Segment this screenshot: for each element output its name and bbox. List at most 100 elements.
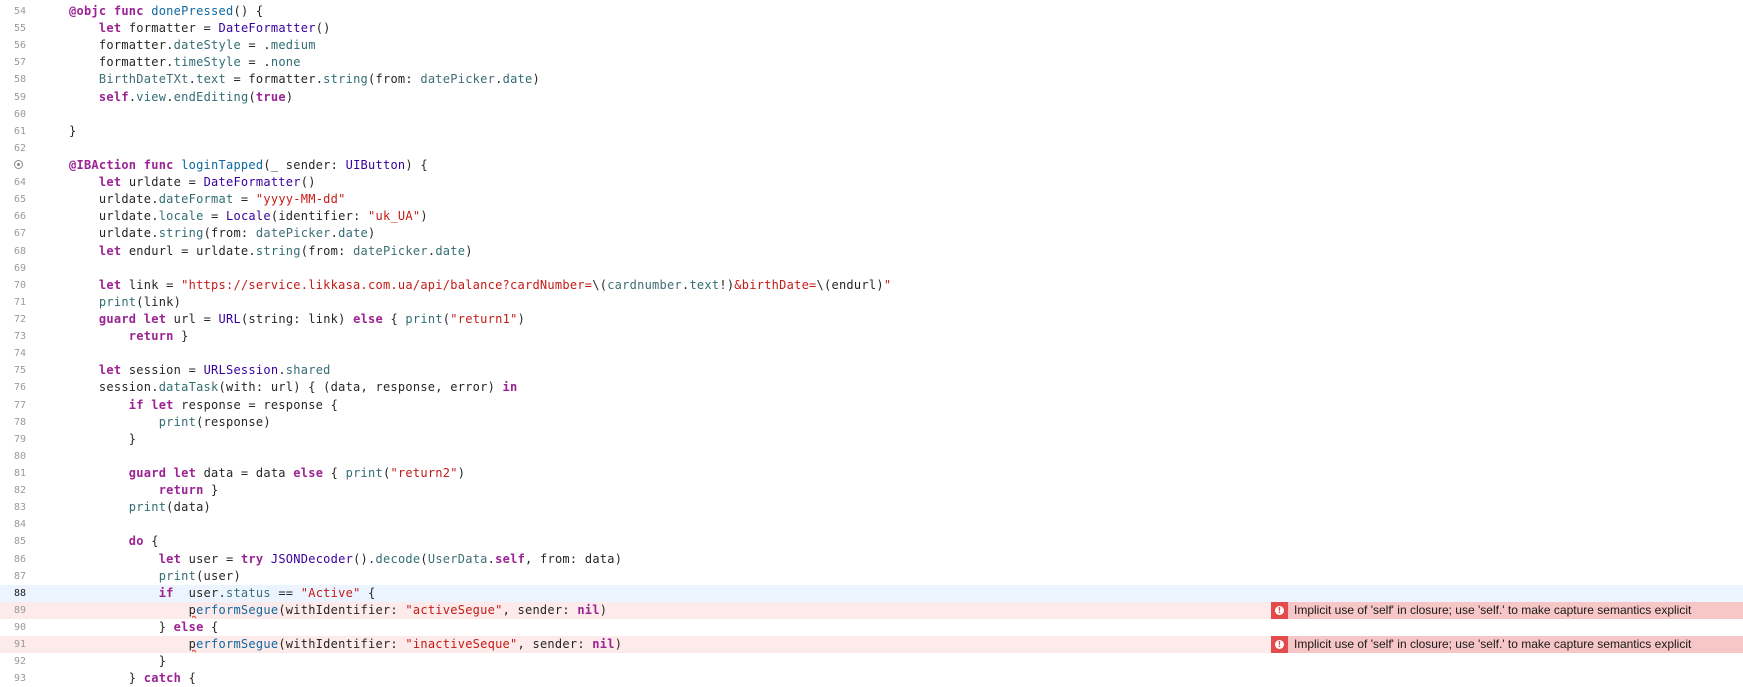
code-text[interactable]: guard let data = data else { print("retu…	[69, 465, 465, 482]
code-token: = formatter.	[226, 72, 324, 87]
code-line[interactable]: 77 if let response = response {	[0, 397, 1743, 414]
code-line[interactable]: 67 urldate.string(from: datePicker.date)	[0, 225, 1743, 242]
code-token: if	[158, 585, 189, 600]
code-editor[interactable]: 54 @objc func donePressed() {55 let forma…	[0, 3, 1743, 687]
code-line[interactable]: 86 let user = try JSONDecoder().decode(U…	[0, 551, 1743, 568]
code-line[interactable]: 78 print(response)	[0, 414, 1743, 431]
code-text[interactable]: @IBAction func loginTapped(_ sender: UIB…	[69, 157, 428, 174]
error-annotation[interactable]: ! Implicit use of 'self' in closure; use …	[1271, 636, 1743, 654]
code-text[interactable]: let endurl = urldate.string(from: datePi…	[69, 243, 473, 260]
code-line[interactable]: 87 print(user)	[0, 568, 1743, 585]
code-line[interactable]: 68 let endurl = urldate.string(from: dat…	[0, 243, 1743, 260]
code-token: {	[151, 534, 159, 549]
code-token: .	[278, 363, 286, 378]
code-text[interactable]: return }	[69, 328, 189, 345]
code-text[interactable]: session.dataTask(with: url) { (data, res…	[69, 379, 518, 396]
code-line[interactable]: 72 guard let url = URL(string: link) els…	[0, 311, 1743, 328]
code-text[interactable]: let urldate = DateFormatter()	[69, 174, 316, 191]
code-token: catch	[143, 671, 189, 686]
code-text[interactable]: performSegue(withIdentifier: "inactiveSe…	[69, 636, 622, 653]
code-text[interactable]: guard let url = URL(string: link) else {…	[69, 311, 525, 328]
code-text[interactable]: let formatter = DateFormatter()	[69, 20, 331, 37]
code-text[interactable]: do {	[69, 533, 159, 550]
code-text[interactable]: print(user)	[69, 568, 241, 585]
code-token: .	[166, 89, 174, 104]
code-line[interactable]: 59 self.view.endEditing(true)	[0, 89, 1743, 106]
code-line[interactable]: 71 print(link)	[0, 294, 1743, 311]
code-line[interactable]: 70 let link = "https://service.likkasa.c…	[0, 277, 1743, 294]
code-line[interactable]: 88 if user.status == "Active" {	[0, 584, 1743, 602]
code-text[interactable]: if user.status == "Active" {	[69, 585, 376, 602]
code-text[interactable]: }	[69, 123, 76, 140]
breakpoint-marker-icon[interactable]	[14, 159, 23, 169]
code-line[interactable]: 63@IBAction func loginTapped(_ sender: U…	[0, 157, 1743, 174]
line-number: 75	[13, 365, 26, 377]
code-line[interactable]: 73 return }	[0, 328, 1743, 345]
code-line[interactable]: 60	[0, 106, 1743, 123]
code-token: .	[330, 226, 339, 241]
code-token: )	[457, 465, 466, 480]
code-token: formatter.	[69, 38, 174, 53]
code-line[interactable]: 76 session.dataTask(with: url) { (data, …	[0, 379, 1743, 396]
code-line[interactable]: 82 return }	[0, 482, 1743, 499]
code-text[interactable]: print(data)	[69, 499, 211, 516]
code-text[interactable]: print(link)	[69, 294, 181, 311]
code-line[interactable]: 84	[0, 516, 1743, 533]
code-token: urldate =	[128, 175, 204, 190]
code-text[interactable]: formatter.dateStyle = .medium	[69, 37, 316, 54]
code-line[interactable]: 66 urldate.locale = Locale(identifier: "…	[0, 208, 1743, 225]
code-text[interactable]: } else {	[69, 619, 219, 636]
code-text[interactable]: return }	[69, 482, 219, 499]
code-line[interactable]: 69	[0, 260, 1743, 277]
code-text[interactable]: }	[69, 653, 166, 670]
code-line[interactable]: 74	[0, 345, 1743, 362]
code-line[interactable]: 61}	[0, 123, 1743, 140]
code-text[interactable]: BirthDateTXt.text = formatter.string(fro…	[69, 71, 540, 88]
code-line[interactable]: 89 performSegue(withIdentifier: "activeS…	[0, 601, 1743, 619]
line-number: 54	[13, 6, 26, 17]
code-token: &birthDate=	[734, 277, 817, 292]
code-token: )	[532, 72, 540, 87]
exclamation-icon: !	[1275, 605, 1284, 615]
code-line[interactable]: 58 BirthDateTXt.text = formatter.string(…	[0, 71, 1743, 88]
code-token: (	[248, 89, 256, 104]
code-line[interactable]: 65 urldate.dateFormat = "yyyy-MM-dd"	[0, 191, 1743, 208]
code-token: (link)	[136, 294, 182, 309]
code-line[interactable]: 83 print(data)	[0, 499, 1743, 516]
code-line[interactable]: 56 formatter.dateStyle = .medium	[0, 37, 1743, 54]
code-line[interactable]: 92 }	[0, 653, 1743, 670]
code-token: UserData	[427, 551, 488, 566]
line-number: 83	[13, 502, 26, 514]
code-text[interactable]: urldate.string(from: datePicker.date)	[69, 225, 376, 242]
code-token: {	[188, 671, 197, 686]
code-line[interactable]: 62	[0, 140, 1743, 157]
code-text[interactable]: let link = "https://service.likkasa.com.…	[69, 277, 891, 294]
code-text[interactable]: self.view.endEditing(true)	[69, 89, 293, 106]
code-text[interactable]: }	[69, 431, 136, 448]
code-line[interactable]: 64 let urldate = DateFormatter()	[0, 174, 1743, 191]
code-line[interactable]: 55 let formatter = DateFormatter()	[0, 20, 1743, 37]
code-token: string	[158, 226, 204, 241]
code-line[interactable]: 90 } else {	[0, 619, 1743, 636]
code-line[interactable]: 75 let session = URLSession.shared	[0, 362, 1743, 379]
code-text[interactable]: urldate.dateFormat = "yyyy-MM-dd"	[69, 191, 346, 208]
code-line[interactable]: 81 guard let data = data else { print("r…	[0, 465, 1743, 482]
code-token: text	[689, 277, 720, 292]
error-annotation[interactable]: ! Implicit use of 'self' in closure; use …	[1271, 601, 1743, 619]
code-text[interactable]: @objc func donePressed() {	[69, 3, 263, 20]
code-line[interactable]: 54 @objc func donePressed() {	[0, 3, 1743, 20]
code-text[interactable]: if let response = response {	[69, 397, 338, 414]
code-line[interactable]: 79 }	[0, 431, 1743, 448]
code-text[interactable]: urldate.locale = Locale(identifier: "uk_…	[69, 208, 428, 225]
code-token: guard	[98, 311, 144, 326]
code-text[interactable]: formatter.timeStyle = .none	[69, 54, 301, 71]
code-line[interactable]: 91 performSegue(withIdentifier: "inactiv…	[0, 636, 1743, 654]
code-token: true	[255, 89, 286, 104]
code-text[interactable]: let session = URLSession.shared	[69, 362, 331, 379]
code-text[interactable]: performSegue(withIdentifier: "activeSegu…	[69, 602, 607, 619]
code-text[interactable]: let user = try JSONDecoder().decode(User…	[69, 551, 622, 568]
code-line[interactable]: 57 formatter.timeStyle = .none	[0, 54, 1743, 71]
code-line[interactable]: 85 do {	[0, 533, 1743, 550]
code-text[interactable]: print(response)	[69, 414, 271, 431]
code-line[interactable]: 80	[0, 448, 1743, 465]
